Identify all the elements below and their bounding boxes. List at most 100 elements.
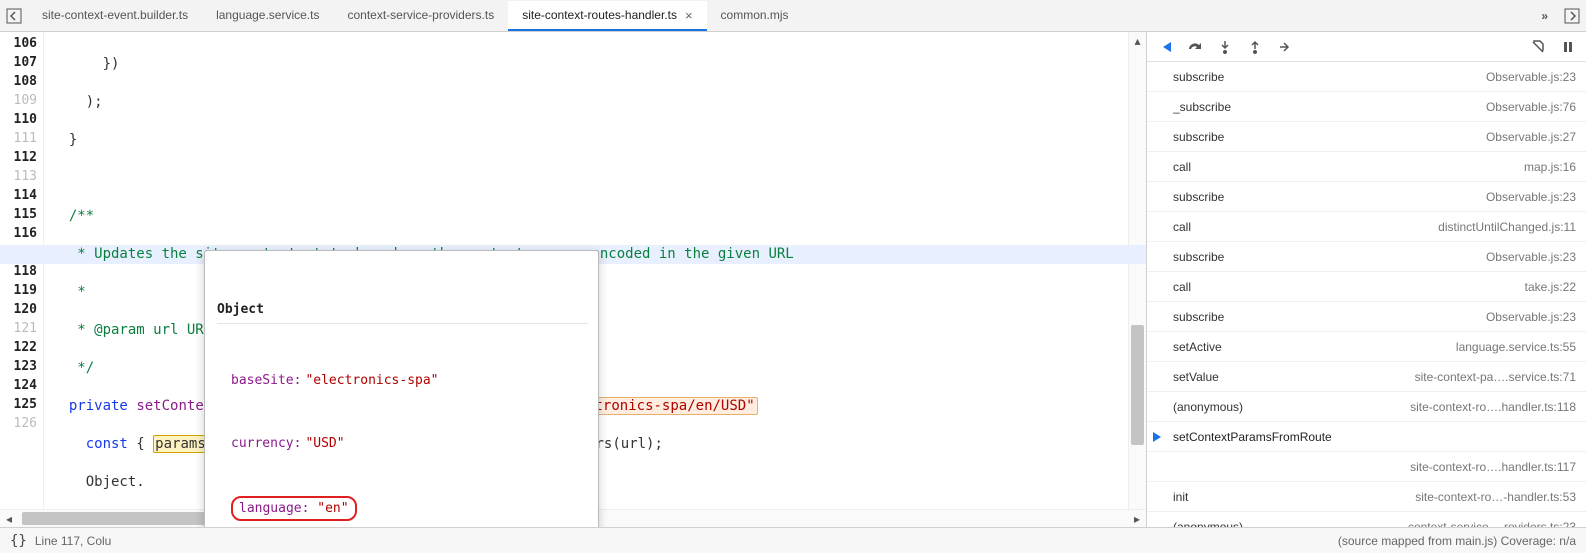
line-number[interactable]: 106 [0, 36, 43, 55]
tab-language-service[interactable]: language.service.ts [202, 1, 333, 31]
frame-location: site-context-ro….handler.ts:117 [1410, 460, 1576, 474]
line-number[interactable]: 113 [0, 169, 43, 188]
call-stack-frame[interactable]: setContextParamsFromRoute [1147, 422, 1586, 452]
close-icon[interactable]: × [683, 8, 693, 23]
step-into-button[interactable] [1213, 35, 1237, 59]
frame-location: map.js:16 [1524, 160, 1576, 174]
step-out-button[interactable] [1243, 35, 1267, 59]
code-line: } [52, 131, 1128, 150]
line-number[interactable]: 120 [0, 302, 43, 321]
call-stack-frame[interactable]: subscribeObservable.js:27 [1147, 122, 1586, 152]
frame-function: call [1173, 220, 1430, 234]
call-stack-frame[interactable]: call distinctUntilChanged.js:11 [1147, 212, 1586, 242]
tabs: site-context-event.builder.ts language.s… [28, 0, 1531, 31]
editor-area: 1061071081091101111121131141151161171181… [0, 32, 1146, 527]
call-stack-frame[interactable]: (anonymous) site-context-ro….handler.ts:1… [1147, 392, 1586, 422]
frame-function: call [1173, 160, 1516, 174]
tooltip-header: Object [217, 299, 588, 324]
frame-function: (anonymous) [1173, 400, 1402, 414]
frame-function: subscribe [1173, 130, 1478, 144]
line-number[interactable]: 107 [0, 55, 43, 74]
line-number[interactable]: 119 [0, 283, 43, 302]
call-stack-frame[interactable]: setValue site-context-pa….service.ts:71 [1147, 362, 1586, 392]
hover-token[interactable]: params [153, 435, 208, 453]
tooltip-row[interactable]: baseSite: "electronics-spa" [217, 370, 588, 391]
tooltip-row[interactable]: currency: "USD" [217, 433, 588, 454]
frame-function: setContextParamsFromRoute [1173, 430, 1576, 444]
line-number[interactable]: 108 [0, 74, 43, 93]
pause-button[interactable] [1556, 35, 1580, 59]
tabs-overflow-icon[interactable]: » [1531, 9, 1558, 23]
line-number[interactable]: 112 [0, 150, 43, 169]
line-number[interactable]: 126 [0, 416, 43, 435]
frame-function: setValue [1173, 370, 1407, 384]
frame-location: Observable.js:23 [1486, 190, 1576, 204]
line-number[interactable]: 122 [0, 340, 43, 359]
call-stack-frame-location[interactable]: site-context-ro….handler.ts:117 [1147, 452, 1586, 482]
resume-button[interactable] [1153, 35, 1177, 59]
highlighted-property: language: "en" [231, 496, 357, 521]
line-gutter: 1061071081091101111121131141151161171181… [0, 32, 44, 527]
scroll-track[interactable] [1129, 50, 1146, 509]
scroll-up-icon[interactable]: ▴ [1129, 32, 1146, 50]
tab-common-mjs[interactable]: common.mjs [707, 1, 803, 31]
line-number[interactable]: 124 [0, 378, 43, 397]
cursor-position: Line 117, Colu [35, 534, 112, 548]
debugger-panel: subscribe Observable.js:23 _subscribe Obser… [1146, 32, 1586, 527]
code-line: /** [52, 207, 1128, 226]
tab-site-context-routes-handler[interactable]: site-context-routes-handler.ts× [508, 1, 706, 31]
line-number[interactable]: 121 [0, 321, 43, 340]
frame-location: Observable.js:76 [1486, 100, 1576, 114]
line-number[interactable]: 111 [0, 131, 43, 150]
line-number[interactable]: 114 [0, 188, 43, 207]
nav-forward-icon[interactable] [1558, 2, 1586, 30]
code-line [52, 169, 1128, 188]
frame-location: Observable.js:23 [1486, 250, 1576, 264]
code-content[interactable]: }) ); } /** * Updates the site context s… [44, 32, 1128, 527]
call-stack-frame[interactable]: init site-context-ro…-handler.ts:53 [1147, 482, 1586, 512]
frame-location: take.js:22 [1525, 280, 1576, 294]
line-number[interactable]: 123 [0, 359, 43, 378]
line-number[interactable]: 116 [0, 226, 43, 245]
pretty-print-icon[interactable]: {} [10, 533, 27, 549]
source-mapping-info: (source mapped from main.js) Coverage: n… [1338, 534, 1576, 548]
step-over-button[interactable] [1183, 35, 1207, 59]
frame-function: subscribe [1173, 310, 1478, 324]
call-stack-frame[interactable]: _subscribe Observable.js:76 [1147, 92, 1586, 122]
tooltip-row[interactable]: language: "en" [217, 496, 588, 521]
line-number[interactable]: 109 [0, 93, 43, 112]
main-split: 1061071081091101111121131141151161171181… [0, 32, 1586, 527]
scroll-right-icon[interactable]: ▸ [1128, 512, 1146, 526]
frame-location: site-context-ro….handler.ts:118 [1410, 400, 1576, 414]
vertical-scrollbar[interactable]: ▴ ▾ [1128, 32, 1146, 527]
tab-site-context-event-builder[interactable]: site-context-event.builder.ts [28, 1, 202, 31]
scroll-left-icon[interactable]: ◂ [0, 512, 18, 526]
call-stack-frame[interactable]: calltake.js:22 [1147, 272, 1586, 302]
call-stack-frame[interactable]: call map.js:16 [1147, 152, 1586, 182]
line-number[interactable]: 125 [0, 397, 43, 416]
scroll-thumb[interactable] [1131, 325, 1144, 444]
frame-function: _subscribe [1173, 100, 1478, 114]
line-number[interactable]: 115 [0, 207, 43, 226]
line-number[interactable]: 110 [0, 112, 43, 131]
frame-location: site-context-ro…-handler.ts:53 [1415, 490, 1576, 504]
hover-tooltip: Object baseSite: "electronics-spa" curre… [204, 250, 599, 527]
frame-location: site-context-pa….service.ts:71 [1415, 370, 1576, 384]
frame-location: Observable.js:23 [1486, 70, 1576, 84]
frame-function: init [1173, 490, 1407, 504]
call-stack-frame[interactable]: subscribeObservable.js:23 [1147, 182, 1586, 212]
call-stack-frame[interactable]: subscribe Observable.js:23 [1147, 62, 1586, 92]
tab-context-service-providers[interactable]: context-service-providers.ts [333, 1, 508, 31]
frame-function: setActive [1173, 340, 1448, 354]
debug-toolbar [1147, 32, 1586, 62]
call-stack-frame[interactable]: setActivelanguage.service.ts:55 [1147, 332, 1586, 362]
call-stack-frame[interactable]: subscribeObservable.js:23 [1147, 302, 1586, 332]
line-number[interactable]: 118 [0, 264, 43, 283]
frame-location: distinctUntilChanged.js:11 [1438, 220, 1576, 234]
step-button[interactable] [1273, 35, 1297, 59]
deactivate-breakpoints-button[interactable] [1526, 35, 1550, 59]
frame-function: subscribe [1173, 70, 1478, 84]
call-stack-frame[interactable]: (anonymous)context-service….roviders.ts:… [1147, 512, 1586, 527]
call-stack-frame[interactable]: subscribeObservable.js:23 [1147, 242, 1586, 272]
nav-back-icon[interactable] [0, 2, 28, 30]
